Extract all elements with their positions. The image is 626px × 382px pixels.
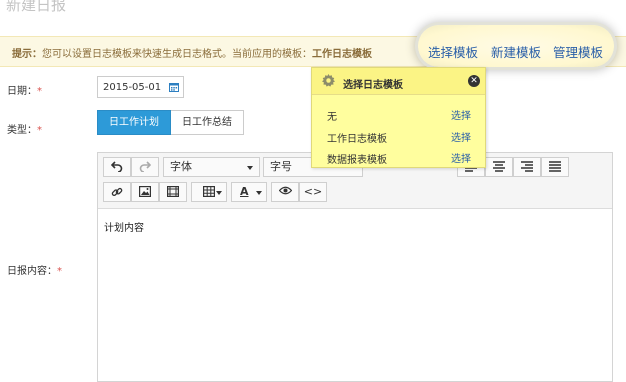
justify-button[interactable] <box>541 157 569 177</box>
template-links-callout: 选择模板 新建模板 管理模板 <box>418 25 614 67</box>
align-right-icon <box>521 161 533 172</box>
font-color-icon: A <box>240 185 249 198</box>
template-name: 工作日志模板 <box>327 134 387 145</box>
insert-table-button[interactable] <box>191 182 227 202</box>
video-icon <box>167 186 180 198</box>
page-title: 新建日报 <box>6 0 67 14</box>
font-color-button[interactable]: A <box>231 182 267 202</box>
tip-message: 您可以设置日志模板来快速生成日志格式。当前应用的模板： <box>42 49 312 60</box>
type-label: 类型：* <box>7 121 42 136</box>
align-justify-icon <box>549 161 561 172</box>
align-center-icon <box>493 161 505 172</box>
template-select-popup: 选择日志模板 ✕ 无 选择 工作日志模板 选择 数据报表模板 选择 <box>311 67 486 168</box>
date-value: 2015-05-01 <box>103 82 162 93</box>
type-option-summary[interactable]: 日工作总结 <box>171 110 244 135</box>
code-icon: <> <box>303 185 323 198</box>
select-template-action[interactable]: 选择 <box>451 129 471 144</box>
calendar-icon[interactable] <box>169 82 179 92</box>
undo-button[interactable] <box>103 157 131 177</box>
select-template-link[interactable]: 选择模板 <box>428 42 478 61</box>
insert-video-button[interactable] <box>159 182 187 202</box>
editor-content[interactable]: 计划内容 <box>104 219 144 234</box>
new-template-link[interactable]: 新建模板 <box>491 42 541 61</box>
redo-icon <box>139 161 152 173</box>
type-option-plan[interactable]: 日工作计划 <box>97 110 171 135</box>
date-label: 日期：* <box>7 82 42 97</box>
date-label-text: 日期： <box>7 86 37 97</box>
font-family-value: 字体 <box>170 160 192 173</box>
undo-icon <box>110 161 123 173</box>
date-input[interactable]: 2015-05-01 <box>97 76 184 98</box>
source-code-button[interactable]: <> <box>299 182 327 202</box>
content-required-mark: * <box>57 266 62 277</box>
select-template-action[interactable]: 选择 <box>451 150 471 165</box>
redo-button[interactable] <box>131 157 159 177</box>
close-icon[interactable]: ✕ <box>468 75 480 87</box>
manage-template-link[interactable]: 管理模板 <box>553 42 603 61</box>
chevron-down-icon <box>256 191 262 195</box>
eye-icon <box>278 186 292 195</box>
font-family-select[interactable]: 字体 <box>163 157 260 177</box>
chevron-down-icon <box>216 191 222 195</box>
align-center-button[interactable] <box>485 157 513 177</box>
table-icon <box>203 186 216 198</box>
template-name: 无 <box>327 112 337 123</box>
rich-text-editor: 字体 字号 A <> 计划内容 <box>97 152 613 382</box>
preview-button[interactable] <box>271 182 299 202</box>
link-icon <box>111 187 123 197</box>
image-icon <box>139 186 152 198</box>
content-label: 日报内容：* <box>7 262 62 277</box>
align-right-button[interactable] <box>513 157 541 177</box>
select-template-action[interactable]: 选择 <box>451 107 471 122</box>
template-row: 工作日志模板 选择 <box>312 126 485 146</box>
tip-current-template: 工作日志模板 <box>312 49 372 60</box>
chevron-down-icon <box>247 166 253 170</box>
type-required-mark: * <box>37 125 42 136</box>
insert-image-button[interactable] <box>131 182 159 202</box>
template-name: 数据报表模板 <box>327 155 387 166</box>
font-size-value: 字号 <box>270 160 292 173</box>
date-required-mark: * <box>37 86 42 97</box>
insert-link-button[interactable] <box>103 182 131 202</box>
tip-text: 提示：您可以设置日志模板来快速生成日志格式。当前应用的模板：工作日志模板 <box>12 45 372 60</box>
template-row: 无 选择 <box>312 104 485 124</box>
template-row: 数据报表模板 选择 <box>312 147 485 167</box>
tip-prefix: 提示： <box>12 49 42 60</box>
type-label-text: 类型： <box>7 125 37 136</box>
content-label-text: 日报内容： <box>7 266 57 277</box>
popup-title: 选择日志模板 <box>343 80 403 91</box>
popup-header: 选择日志模板 ✕ <box>312 68 485 95</box>
gear-icon <box>322 74 335 87</box>
